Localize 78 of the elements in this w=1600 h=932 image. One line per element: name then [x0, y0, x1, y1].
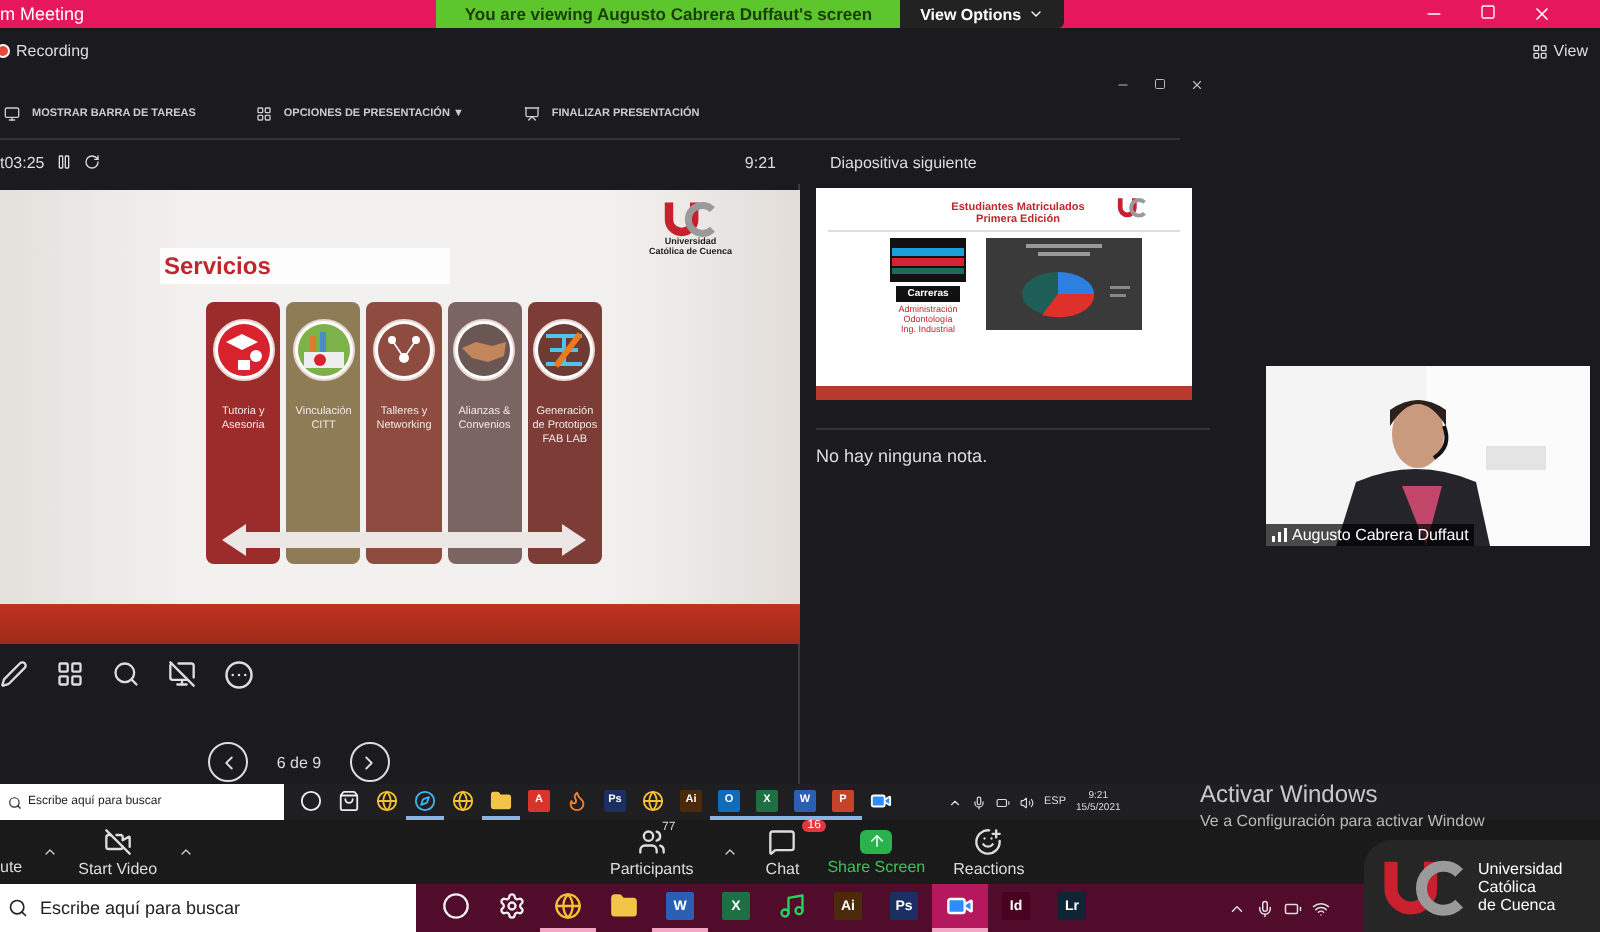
video-camera-icon[interactable] — [870, 789, 892, 811]
folder-icon[interactable] — [490, 789, 512, 811]
slides-grid-icon[interactable] — [56, 660, 84, 688]
search-icon[interactable] — [112, 660, 140, 688]
logo-text: Católica — [1478, 877, 1538, 895]
microphone-icon[interactable] — [1256, 899, 1274, 917]
video-camera-icon[interactable] — [946, 892, 974, 920]
slide-counter: 6 de 9 — [276, 753, 322, 771]
globe-icon[interactable] — [452, 789, 474, 811]
mute-button[interactable]: ute — [0, 829, 23, 875]
battery-icon[interactable] — [1284, 899, 1302, 917]
participant-name: Augusto Cabrera Duffaut — [1266, 524, 1475, 546]
grid-icon — [255, 106, 272, 122]
sharing-banner: You are viewing Augusto Cabrera Duffaut's screen — [436, 0, 901, 28]
next-slide-button[interactable] — [349, 742, 390, 782]
signal-icon — [1272, 528, 1288, 542]
monitor-icon — [4, 106, 20, 122]
clock: 9:21 — [744, 153, 776, 171]
view-button[interactable]: View — [1531, 42, 1588, 60]
recording-indicator: Recording — [0, 42, 89, 60]
elapsed-timer: t03:25 — [0, 153, 45, 171]
people-icon — [637, 827, 666, 855]
university-logo-icon — [662, 198, 719, 238]
search-icon — [8, 898, 28, 918]
maximize-icon[interactable] — [1154, 78, 1166, 90]
globe-icon[interactable] — [642, 789, 664, 811]
pen-icon[interactable] — [0, 660, 28, 688]
volume-icon[interactable] — [1020, 795, 1034, 809]
activation-hint: Ve a Configuración para activar Window — [1200, 812, 1485, 830]
smile-icon — [974, 827, 1003, 855]
network-icon — [372, 318, 436, 382]
pause-icon[interactable] — [56, 154, 73, 170]
minimize-icon[interactable] — [1116, 78, 1130, 92]
flame-icon[interactable] — [566, 789, 588, 811]
microphone-icon[interactable] — [972, 795, 986, 809]
caret-icon[interactable] — [177, 844, 194, 860]
folder-icon[interactable] — [610, 892, 638, 920]
music-icon[interactable] — [778, 892, 806, 920]
monitor-off-icon[interactable] — [168, 660, 196, 688]
caret-icon[interactable] — [42, 844, 59, 860]
reactions-button[interactable]: Reactions — [953, 827, 1025, 877]
chart-icon — [291, 318, 356, 382]
notes-text: No hay ninguna nota. — [816, 428, 1210, 466]
bag-icon[interactable] — [338, 789, 360, 811]
globe-icon[interactable] — [376, 789, 398, 811]
close-icon[interactable] — [1532, 4, 1552, 24]
logo-text: de Cuenca — [1478, 895, 1558, 913]
video-button[interactable]: Start Video — [78, 827, 158, 877]
slide-title: Servicios — [160, 248, 450, 284]
handshake-icon — [452, 318, 517, 382]
graduation-cap-icon — [211, 318, 276, 382]
search-icon — [8, 795, 22, 809]
compass-icon[interactable] — [414, 789, 436, 811]
restart-icon[interactable] — [84, 154, 101, 170]
chat-icon — [768, 827, 797, 855]
close-icon[interactable] — [1190, 78, 1204, 92]
more-icon[interactable] — [224, 659, 254, 689]
share-button[interactable]: Share Screen — [827, 829, 926, 875]
presentation-icon — [523, 106, 540, 122]
table-drawing — [890, 238, 966, 282]
battery-icon[interactable] — [996, 795, 1010, 809]
share-icon — [860, 829, 893, 853]
view-options-button[interactable]: View Options — [900, 0, 1064, 28]
activation-title: Activar Windows — [1200, 780, 1380, 808]
video-off-icon — [103, 827, 132, 855]
logo-text: Universidad — [1478, 859, 1563, 877]
wifi-icon[interactable] — [1312, 899, 1330, 917]
window-title: m Meeting — [0, 4, 87, 24]
caret-icon[interactable] — [721, 844, 738, 860]
globe-icon[interactable] — [554, 892, 582, 920]
caret-icon — [1027, 6, 1044, 22]
blueprint-icon — [532, 318, 597, 382]
settings-icon[interactable] — [498, 892, 526, 920]
next-slide-label: Diapositiva siguiente — [830, 153, 977, 171]
university-logo-icon — [1116, 196, 1148, 218]
search-field[interactable]: Escribe aquí para buscar — [0, 884, 416, 932]
previous-slide-button[interactable] — [208, 742, 249, 782]
grid-icon — [1531, 43, 1548, 59]
